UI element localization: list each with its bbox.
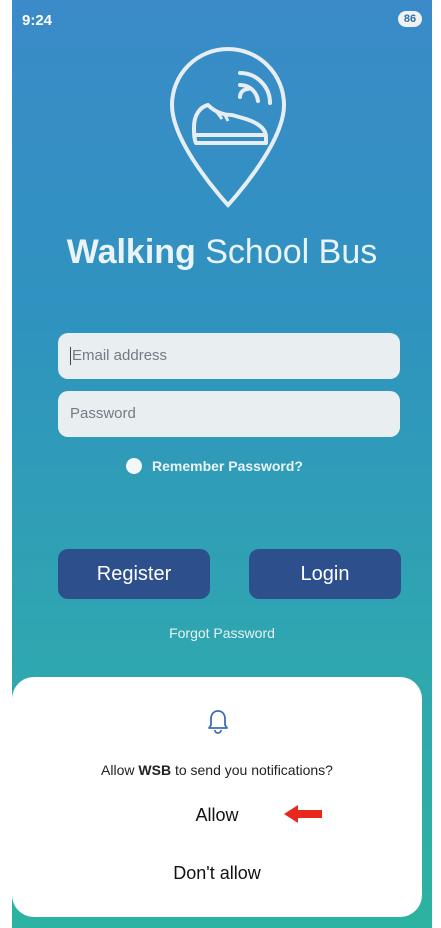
notification-permission-dialog: Allow WSB to send you notifications? All… xyxy=(12,677,422,917)
prompt-app-name: WSB xyxy=(138,762,172,778)
password-field[interactable]: Password xyxy=(58,391,400,437)
dialog-prompt: Allow WSB to send you notifications? xyxy=(12,762,422,778)
forgot-password-link[interactable]: Forgot Password xyxy=(12,625,432,641)
prompt-prefix: Allow xyxy=(101,762,139,778)
remember-radio-button[interactable] xyxy=(126,458,142,474)
battery-indicator: 86 xyxy=(398,11,422,27)
remember-password-label: Remember Password? xyxy=(152,458,303,474)
status-bar: 9:24 86 xyxy=(12,0,432,40)
app-title-bold: Walking xyxy=(66,233,196,271)
email-placeholder: Email address xyxy=(72,347,168,364)
red-arrow-icon xyxy=(284,805,322,823)
remember-password-toggle[interactable]: Remember Password? xyxy=(126,456,303,476)
status-time: 9:24 xyxy=(22,12,53,29)
app-title-rest: School Bus xyxy=(195,233,378,271)
register-button[interactable]: Register xyxy=(58,549,210,599)
email-field[interactable]: Email address xyxy=(58,333,400,379)
bell-icon xyxy=(208,710,228,734)
app-title: Walking School Bus xyxy=(12,233,432,272)
map-pin-shoe-icon xyxy=(169,47,287,208)
dont-allow-button[interactable]: Don't allow xyxy=(117,855,317,891)
text-cursor xyxy=(70,347,71,366)
prompt-suffix: to send you notifications? xyxy=(171,762,333,778)
password-placeholder: Password xyxy=(70,405,136,422)
login-button[interactable]: Login xyxy=(249,549,401,599)
